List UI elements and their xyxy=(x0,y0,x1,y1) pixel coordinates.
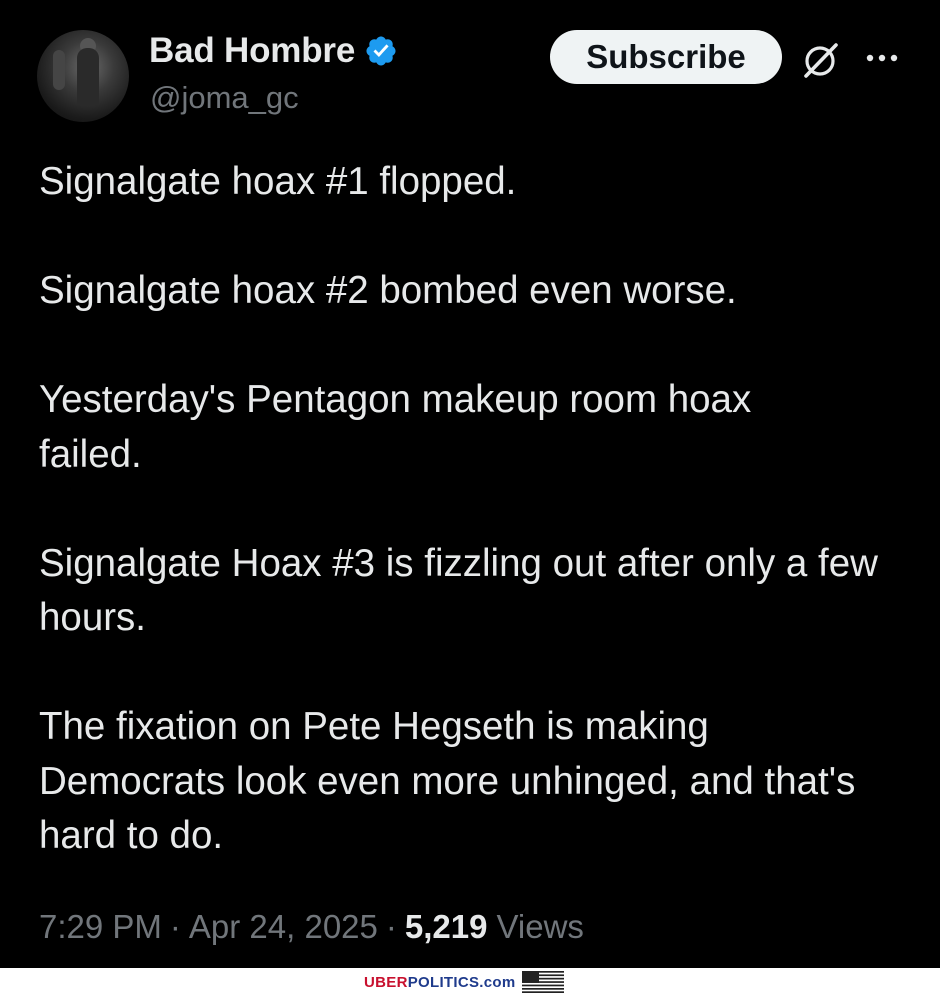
watermark-uber: UBER xyxy=(364,973,408,991)
subscribe-button[interactable]: Subscribe xyxy=(550,30,782,84)
us-flag-icon xyxy=(521,971,564,993)
author-handle[interactable]: @joma_gc xyxy=(150,80,299,116)
tweet-card: Bad Hombre @joma_gc Subscribe Signalgate… xyxy=(0,0,940,968)
post-paragraph: Signalgate Hoax #3 is fizzling out after… xyxy=(39,541,878,640)
avatar-punching-bag xyxy=(53,50,65,90)
post-date[interactable]: Apr 24, 2025 xyxy=(189,908,378,946)
views-count[interactable]: 5,219 xyxy=(405,908,488,946)
views-label: Views xyxy=(496,908,584,945)
post-text: Signalgate hoax #1 flopped. Signalgate h… xyxy=(39,155,919,864)
author-name-row: Bad Hombre xyxy=(149,31,398,71)
watermark: UBER POLITICS .com xyxy=(364,971,564,993)
post-time[interactable]: 7:29 PM xyxy=(39,908,162,946)
meta-separator: · xyxy=(385,908,397,945)
post-paragraph: Yesterday's Pentagon makeup room hoax fa… xyxy=(39,378,752,476)
watermark-politics: POLITICS xyxy=(407,973,480,991)
post-paragraph: Signalgate hoax #1 flopped. xyxy=(39,160,517,203)
watermark-bar: UBER POLITICS .com xyxy=(0,968,940,995)
meta-separator: · xyxy=(169,908,181,945)
avatar-figure xyxy=(77,48,99,106)
watermark-domain: .com xyxy=(479,973,516,991)
author-display-name[interactable]: Bad Hombre xyxy=(149,31,355,71)
post-paragraph: The fixation on Pete Hegseth is making D… xyxy=(39,705,856,857)
grok-icon[interactable] xyxy=(800,40,842,80)
more-options-icon[interactable] xyxy=(862,43,902,73)
avatar[interactable] xyxy=(37,30,129,122)
post-meta: 7:29 PM · Apr 24, 2025 · 5,219 Views xyxy=(39,908,584,946)
verified-badge-icon xyxy=(366,36,396,66)
post-paragraph: Signalgate hoax #2 bombed even worse. xyxy=(39,269,737,312)
